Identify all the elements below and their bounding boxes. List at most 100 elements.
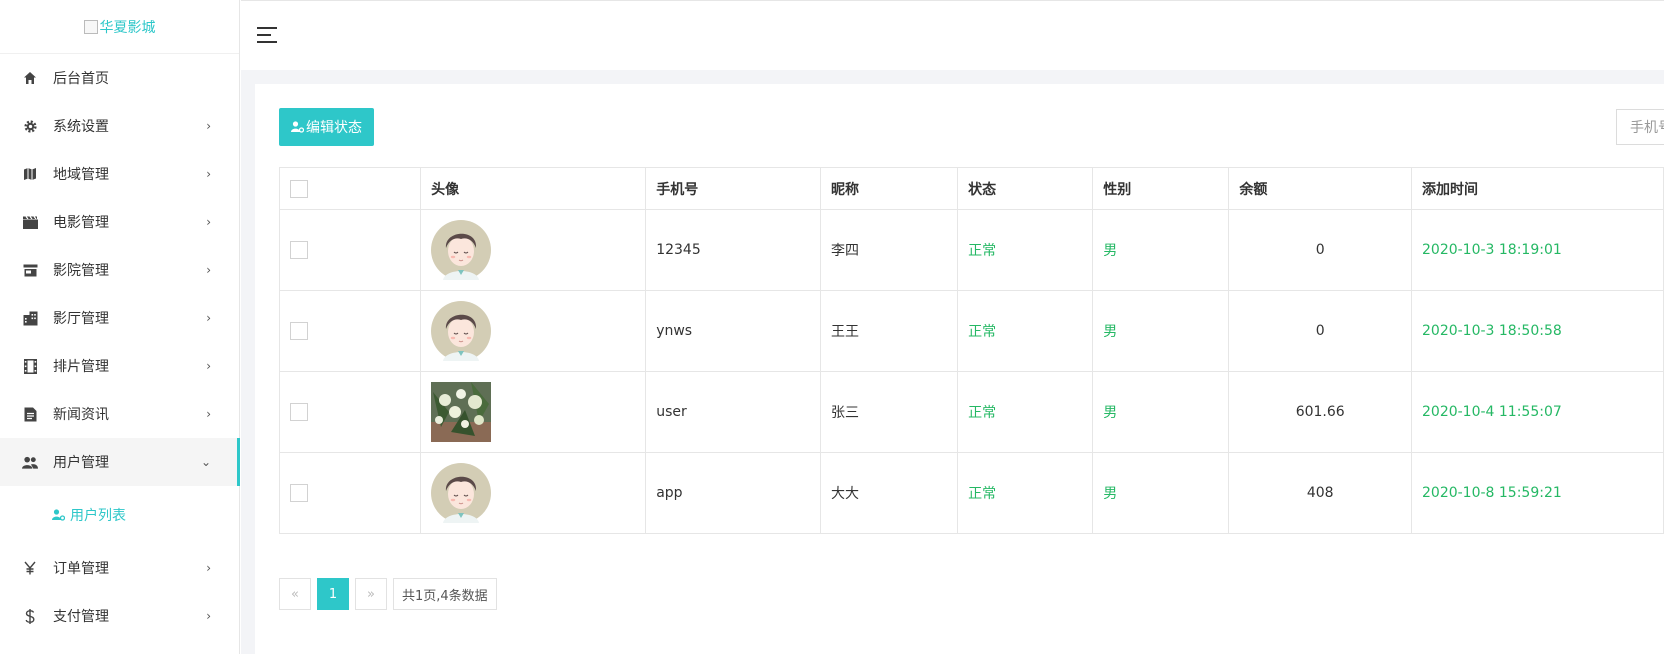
header-status: 状态 [957,167,1094,210]
row-checkbox[interactable] [290,322,308,340]
table-row: app 大大 正常 男 408 2020-10-8 15:59:21 [278,452,1664,534]
row-checkbox[interactable] [290,403,308,421]
header-balance: 余额 [1228,167,1412,210]
chevron-right-icon: › [206,215,211,229]
avatar-cell [420,452,647,534]
top-header [241,0,1664,70]
table-header-row: 头像 手机号 昵称 状态 性别 余额 添加时间 [278,167,1664,210]
avatar-cell [420,290,647,372]
gender-cell: 男 [1092,371,1230,453]
row-select-cell [278,371,422,453]
balance-cell: 0 [1228,209,1412,291]
header-avatar: 头像 [420,167,647,210]
film-icon [22,214,38,230]
sidebar-item-news[interactable]: 新闻资讯 › [0,390,239,438]
page-info: 共1页,4条数据 [393,578,497,610]
row-checkbox[interactable] [290,484,308,502]
balance-cell: 408 [1228,452,1412,534]
gender-cell: 男 [1092,290,1230,372]
nickname-cell: 张三 [819,371,959,453]
phone-cell: ynws [645,290,821,372]
phone-search-input[interactable]: 手机号 [1616,109,1664,145]
header-created-time: 添加时间 [1411,167,1664,210]
map-icon [22,166,38,182]
sidebar-item-home[interactable]: 后台首页 [0,54,239,102]
row-select-cell [278,290,422,372]
table-row: 12345 李四 正常 男 0 2020-10-3 18:19:01 [278,209,1664,291]
sidebar-item-payment[interactable]: 支付管理 › [0,592,239,640]
created-time-cell: 2020-10-3 18:19:01 [1411,209,1664,291]
chevron-down-icon: ⌄ [200,455,211,469]
gender-cell: 男 [1092,209,1230,291]
chevron-right-icon: › [206,407,211,421]
created-time-cell: 2020-10-8 15:59:21 [1411,452,1664,534]
user-table: 头像 手机号 昵称 状态 性别 余额 添加时间 12345 李四 正常 男 0 … [278,167,1664,534]
chevron-right-icon: › [206,561,211,575]
avatar-cell [420,209,647,291]
content-card: 编辑状态 手机号 头像 手机号 昵称 状态 性别 余额 添加时间 [255,84,1664,654]
avatar-cell [420,371,647,453]
logo[interactable]: 华夏影城 [0,0,239,54]
broken-image-icon [83,19,98,34]
sidebar-item-schedule[interactable]: 排片管理 › [0,342,239,390]
home-icon [22,70,38,86]
dollar-icon [22,608,38,624]
phone-cell: 12345 [645,209,821,291]
created-time-cell: 2020-10-4 11:55:07 [1411,371,1664,453]
balance-cell: 0 [1228,290,1412,372]
film-strip-icon [22,358,38,374]
header-select-all[interactable] [278,167,422,210]
created-time-cell: 2020-10-3 18:50:58 [1411,290,1664,372]
cartoon-boy-avatar [431,301,492,361]
chevron-right-icon: › [206,311,211,325]
sidebar-item-cinemas[interactable]: 影院管理 › [0,246,239,294]
gender-cell: 男 [1092,452,1230,534]
phone-cell: user [645,371,821,453]
chevron-right-icon: › [206,167,211,181]
sidebar-item-region[interactable]: 地域管理 › [0,150,239,198]
logo-image: 华夏影城 [83,17,156,37]
phone-cell: app [645,452,821,534]
status-cell: 正常 [957,452,1094,534]
next-page-button[interactable]: » [355,578,387,610]
admin-app: 华夏影城 后台首页 系统设置 › 地域管理 › 电影管理 › 影院管理 › 影厅… [0,0,1664,654]
sidebar-item-users[interactable]: 用户管理 ⌄ [0,438,240,486]
sidebar-item-settings[interactable]: 系统设置 › [0,102,239,150]
news-icon [22,406,38,422]
users-icon [22,454,38,470]
user-settings-icon [52,509,65,521]
store-icon [22,262,38,278]
row-checkbox[interactable] [290,241,308,259]
page-1-button[interactable]: 1 [317,578,349,610]
nickname-cell: 王王 [819,290,959,372]
sidebar-item-movies[interactable]: 电影管理 › [0,198,239,246]
flowers-photo-avatar [431,382,492,442]
select-all-checkbox[interactable] [290,179,308,198]
balance-cell: 601.66 [1228,371,1412,453]
nickname-cell: 大大 [819,452,959,534]
header-nickname: 昵称 [819,167,959,210]
chevron-right-icon: › [206,263,211,277]
header-gender: 性别 [1092,167,1230,210]
chevron-right-icon: › [206,359,211,373]
sidebar-item-halls[interactable]: 影厅管理 › [0,294,239,342]
gear-icon [22,118,38,134]
edit-status-button[interactable]: 编辑状态 [279,108,374,146]
menu-toggle-icon[interactable] [257,27,277,43]
cartoon-boy-avatar [431,220,492,280]
sidebar: 华夏影城 后台首页 系统设置 › 地域管理 › 电影管理 › 影院管理 › 影厅… [0,0,240,654]
nickname-cell: 李四 [819,209,959,291]
table-row: user 张三 正常 男 601.66 2020-10-4 11:55:07 [278,371,1664,453]
row-select-cell [278,209,422,291]
chevron-right-icon: › [206,609,211,623]
header-phone: 手机号 [645,167,821,210]
row-select-cell [278,452,422,534]
sidebar-subitem-user-list[interactable]: 用户列表 [0,486,239,544]
building-icon [22,310,38,326]
prev-page-button[interactable]: « [279,578,311,610]
status-cell: 正常 [957,290,1094,372]
user-settings-icon [291,121,304,133]
yen-icon [22,560,38,576]
sidebar-item-orders[interactable]: 订单管理 › [0,544,239,592]
cartoon-boy-avatar [431,463,492,523]
